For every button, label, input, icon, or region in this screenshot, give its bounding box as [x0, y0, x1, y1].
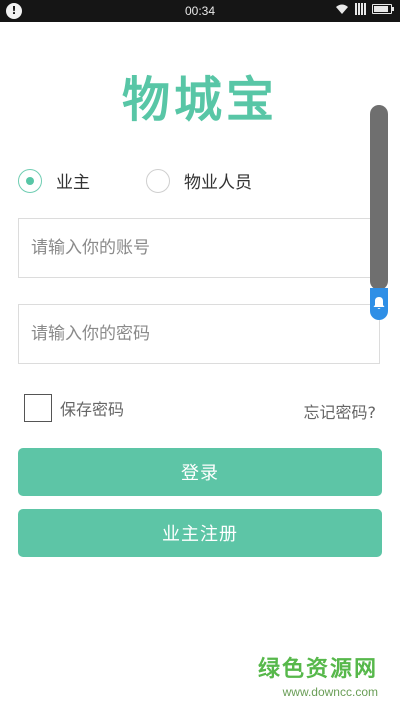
radio-selected-icon[interactable]	[18, 168, 42, 193]
wifi-icon	[336, 4, 348, 14]
signal-icon	[355, 3, 366, 15]
account-input[interactable]	[19, 219, 379, 277]
battery-icon	[372, 4, 394, 14]
role-option-label: 物业人员	[184, 173, 252, 193]
role-option-owner[interactable]: 业主	[18, 168, 90, 193]
status-icons	[335, 3, 394, 15]
watermark-title: 绿色资源网	[257, 657, 378, 682]
password-input[interactable]	[19, 305, 379, 363]
forgot-password-link[interactable]: 忘记密码?	[304, 399, 377, 423]
watermark-url: www.downcc.com	[282, 685, 378, 699]
account-field	[18, 218, 380, 278]
status-bar: ! 00:34	[0, 0, 400, 22]
password-field	[18, 304, 380, 364]
role-selector: 业主 物业人员	[18, 168, 252, 193]
remember-label: 保存密码	[60, 400, 125, 419]
role-option-label: 业主	[56, 173, 90, 193]
bell-icon[interactable]	[372, 296, 386, 313]
radio-unselected-icon[interactable]	[146, 168, 170, 193]
floating-scroll-track[interactable]	[370, 105, 388, 290]
app-logo: 物城宝	[121, 72, 278, 128]
register-button[interactable]: 业主注册	[18, 509, 382, 557]
watermark: 绿色资源网 www.downcc.com	[258, 651, 378, 699]
role-option-property-staff[interactable]: 物业人员	[146, 168, 252, 193]
floating-notification-handle[interactable]	[370, 288, 388, 320]
remember-password[interactable]: 保存密码	[24, 394, 124, 422]
login-button[interactable]: 登录	[18, 448, 382, 496]
remember-checkbox[interactable]	[24, 394, 52, 422]
